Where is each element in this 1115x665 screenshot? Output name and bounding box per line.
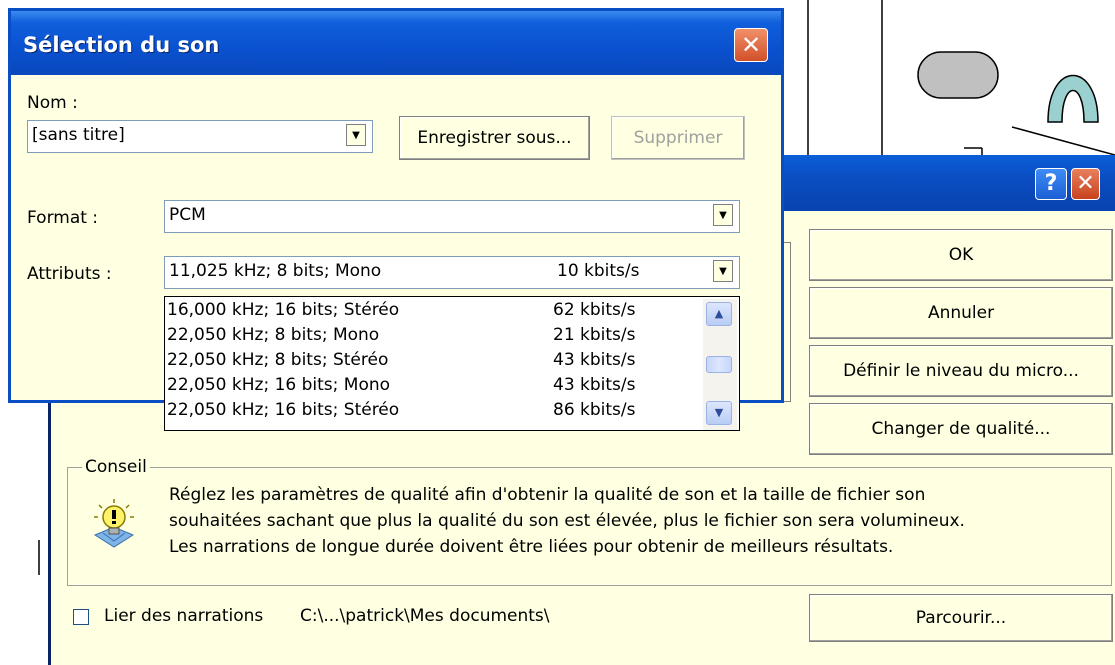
tip-line: Les narrations de longue durée doivent ê… <box>169 537 894 557</box>
rounded-shape <box>917 51 999 99</box>
attributes-label: Attributs : <box>27 264 112 284</box>
tip-text: Réglez les paramètres de qualité afin d'… <box>169 482 1069 560</box>
chevron-down-icon[interactable]: ▼ <box>346 124 366 146</box>
tip-line: souhaitées sachant que plus la qualité d… <box>169 511 965 531</box>
save-as-button[interactable]: Enregistrer sous... <box>399 116 590 160</box>
format-combo[interactable]: PCM ▼ <box>164 200 740 233</box>
narrations-path: C:\...\patrick\Mes documents\ <box>300 606 550 626</box>
change-quality-button[interactable]: Changer de qualité... <box>809 403 1113 455</box>
sound-selection-titlebar[interactable]: Sélection du son ✕ <box>11 11 781 75</box>
link-narrations-label[interactable]: Lier des narrations <box>104 606 263 626</box>
format-label: Format : <box>27 208 99 228</box>
cancel-button[interactable]: Annuler <box>809 287 1113 339</box>
set-mic-level-button[interactable]: Définir le niveau du micro... <box>809 345 1113 397</box>
help-button[interactable]: ? <box>1035 168 1067 200</box>
lightbulb-icon <box>93 499 135 548</box>
scroll-thumb[interactable] <box>706 356 732 373</box>
arch-shape <box>1047 74 1099 123</box>
scroll-up-icon[interactable]: ▲ <box>706 302 732 326</box>
browse-button[interactable]: Parcourir... <box>809 594 1113 642</box>
attributes-scrollbar[interactable]: ▲ ▼ <box>703 299 737 430</box>
tip-line: Réglez les paramètres de qualité afin d'… <box>169 485 926 505</box>
name-label: Nom : <box>27 93 78 113</box>
ok-button[interactable]: OK <box>809 229 1113 281</box>
format-value: PCM <box>169 205 206 225</box>
close-button[interactable]: ✕ <box>1071 168 1100 200</box>
tip-group-label: Conseil <box>82 457 150 477</box>
attributes-dropdown-list[interactable]: 16,000 kHz; 16 bits; Stéréo 62 kbits/s 2… <box>164 296 740 431</box>
chevron-down-icon[interactable]: ▼ <box>713 204 733 226</box>
delete-button: Supprimer <box>611 116 745 160</box>
dialog-title: Sélection du son <box>23 33 220 57</box>
attributes-rate: 10 kbits/s <box>557 261 640 281</box>
name-value: [sans titre] <box>32 125 125 145</box>
chevron-down-icon[interactable]: ▼ <box>713 260 733 282</box>
link-narrations-checkbox[interactable] <box>73 609 89 625</box>
attributes-value: 11,025 kHz; 8 bits; Mono <box>169 261 382 281</box>
name-combo[interactable]: [sans titre] ▼ <box>27 120 373 153</box>
scroll-down-icon[interactable]: ▼ <box>706 401 732 425</box>
attributes-combo[interactable]: 11,025 kHz; 8 bits; Mono 10 kbits/s ▼ <box>164 256 740 289</box>
close-button[interactable]: ✕ <box>734 28 768 62</box>
